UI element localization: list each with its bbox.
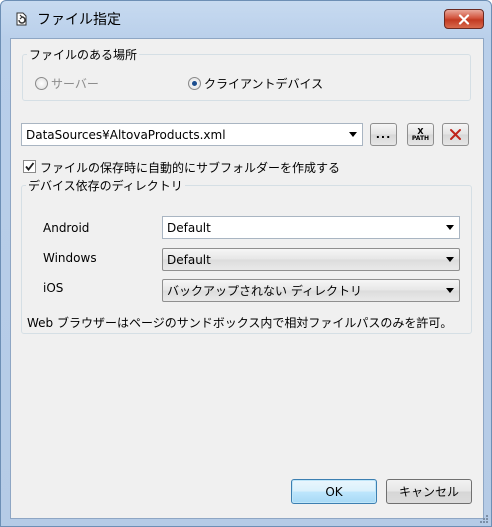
checkmark-icon <box>25 162 35 171</box>
ios-label: iOS <box>43 281 64 295</box>
file-location-group: ファイルのある場所 <box>22 46 471 101</box>
delete-x-icon <box>450 129 461 140</box>
android-label: Android <box>43 221 90 235</box>
radio-server[interactable]: サーバー <box>35 75 99 92</box>
xpath-button[interactable]: X PATH <box>407 123 434 146</box>
dialog-content: ファイルのある場所 サーバー クライアントデバイス DataSources¥Al… <box>10 38 484 519</box>
radio-client-device-button[interactable] <box>188 77 201 90</box>
close-icon <box>458 13 470 25</box>
browser-sandbox-note: Web ブラウザーはページのサンドボックス内で相対ファイルパスのみを許可。 <box>27 316 453 330</box>
resize-grip-icon[interactable] <box>478 513 489 524</box>
windows-directory-select[interactable]: Default <box>162 248 460 271</box>
app-icon <box>16 12 27 26</box>
ios-directory-value: バックアップされない ディレクトリ <box>167 284 362 298</box>
cancel-button[interactable]: キャンセル <box>386 479 472 504</box>
chevron-down-icon[interactable] <box>446 288 454 293</box>
radio-client-device-label: クライアントデバイス <box>204 77 324 91</box>
ok-button[interactable]: OK <box>291 479 377 504</box>
chevron-down-icon[interactable] <box>349 132 357 137</box>
window-title: ファイル指定 <box>37 12 121 28</box>
file-location-legend: ファイルのある場所 <box>29 48 138 62</box>
cancel-button-label: キャンセル <box>398 485 459 499</box>
ios-directory-select[interactable]: バックアップされない ディレクトリ <box>162 279 460 302</box>
radio-server-label: サーバー <box>51 77 99 91</box>
android-directory-combo[interactable]: Default <box>162 216 460 239</box>
title-bar[interactable]: ファイル指定 <box>1 1 491 35</box>
close-button[interactable] <box>444 9 484 29</box>
dialog-window: ファイル指定 ファイルのある場所 サーバー クライアントデバイス DataSou… <box>0 0 492 527</box>
chevron-down-icon[interactable] <box>446 257 454 262</box>
xpath-label-bottom: PATH <box>411 134 430 142</box>
file-path-combo[interactable]: DataSources¥AltovaProducts.xml <box>21 123 363 146</box>
radio-server-button[interactable] <box>35 77 48 90</box>
ok-button-label: OK <box>325 484 343 499</box>
device-directories-legend: デバイス依存のディレクトリ <box>28 179 183 193</box>
clear-button[interactable] <box>442 123 469 146</box>
subfolder-checkbox-label[interactable]: ファイルの保存時に自動的にサブフォルダーを作成する <box>40 159 340 176</box>
radio-client-device[interactable]: クライアントデバイス <box>188 75 323 92</box>
android-directory-value: Default <box>167 220 211 235</box>
file-path-value: DataSources¥AltovaProducts.xml <box>26 127 226 142</box>
xpath-label-top: X <box>417 126 424 136</box>
windows-label: Windows <box>43 251 97 265</box>
subfolder-checkbox[interactable] <box>23 160 36 173</box>
browse-label: ... <box>375 128 392 141</box>
browse-button[interactable]: ... <box>370 123 397 146</box>
windows-directory-value: Default <box>167 252 211 267</box>
chevron-down-icon[interactable] <box>446 225 454 230</box>
